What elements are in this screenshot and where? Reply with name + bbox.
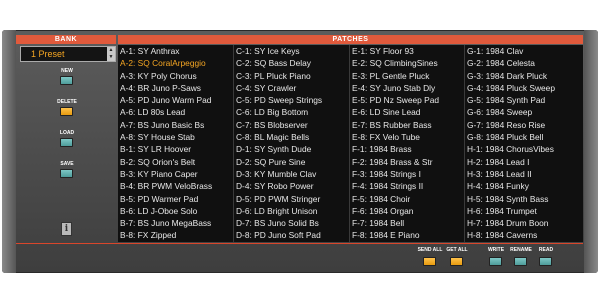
patch-item[interactable]: G-5: 1984 Synth Pad xyxy=(465,94,583,106)
read-button[interactable] xyxy=(539,257,552,266)
get-all-button-label: GET ALL xyxy=(446,247,468,253)
patch-item[interactable]: D-3: KY Mumble Clav xyxy=(234,168,348,180)
patch-item[interactable]: E-5: PD Nz Sweep Pad xyxy=(350,94,464,106)
patch-item[interactable]: C-6: LD Big Bottom xyxy=(234,106,348,118)
patch-item[interactable]: F-4: 1984 Strings II xyxy=(350,180,464,192)
patch-item[interactable]: E-6: LD Sine Lead xyxy=(350,106,464,118)
patch-item[interactable]: G-8: 1984 Pluck Bell xyxy=(465,131,583,143)
patch-item[interactable]: E-1: SY Floor 93 xyxy=(350,45,464,57)
patch-item[interactable]: C-1: SY Ice Keys xyxy=(234,45,348,57)
patch-column-e-f: E-1: SY Floor 93 E-2: SQ ClimbingSines E-3… xyxy=(350,45,464,242)
patch-item[interactable]: C-5: PD Sweep Strings xyxy=(234,94,348,106)
patch-item[interactable]: H-3: 1984 Lead II xyxy=(465,168,583,180)
patch-column-a-b: A-1: SY Anthrax A-2: SQ CoralArpeggio A-3:… xyxy=(118,45,232,242)
save-button-label: SAVE xyxy=(60,161,74,167)
patch-item[interactable]: E-4: SY Juno Stab Dly xyxy=(350,82,464,94)
patch-item[interactable]: F-7: 1984 Bell xyxy=(350,217,464,229)
patch-item[interactable]: H-6: 1984 Trumpet xyxy=(465,205,583,217)
patch-item[interactable]: B-2: SQ Orion's Belt xyxy=(118,156,232,168)
patch-item[interactable]: G-6: 1984 Sweep xyxy=(465,106,583,118)
patch-item[interactable]: H-8: 1984 Caverns xyxy=(465,229,583,241)
patch-item[interactable]: C-8: BL Magic Bells xyxy=(234,131,348,143)
patch-item[interactable]: A-1: SY Anthrax xyxy=(118,45,232,57)
patch-item[interactable]: A-3: KY Poly Chorus xyxy=(118,70,232,82)
patch-item[interactable]: H-5: 1984 Synth Bass xyxy=(465,193,583,205)
get-all-button[interactable] xyxy=(450,257,463,266)
patch-item[interactable]: F-5: 1984 Choir xyxy=(350,193,464,205)
patches-header: PATCHES xyxy=(118,35,583,44)
patch-item[interactable]: H-2: 1984 Lead I xyxy=(465,156,583,168)
right-side-rail xyxy=(584,30,598,273)
patch-item[interactable]: A-7: BS Juno Basic Bs xyxy=(118,119,232,131)
patch-item[interactable]: B-3: KY Piano Caper xyxy=(118,168,232,180)
load-button-label: LOAD xyxy=(59,130,75,136)
patch-item[interactable]: B-5: PD Warmer Pad xyxy=(118,193,232,205)
patch-item[interactable]: D-1: SY Synth Dude xyxy=(234,143,348,155)
patch-item[interactable]: A-2: SQ CoralArpeggio xyxy=(118,57,232,69)
patch-item[interactable]: C-2: SQ Bass Delay xyxy=(234,57,348,69)
bank-header: BANK xyxy=(16,35,116,44)
patch-item[interactable]: A-4: BR Juno P-Saws xyxy=(118,82,232,94)
patch-item[interactable]: C-4: SY Crawler xyxy=(234,82,348,94)
patch-item[interactable]: B-7: BS Juno MegaBass xyxy=(118,217,232,229)
patch-item[interactable]: B-1: SY LR Hoover xyxy=(118,143,232,155)
patch-item[interactable]: F-3: 1984 Strings I xyxy=(350,168,464,180)
patch-item[interactable]: D-2: SQ Pure Sine xyxy=(234,156,348,168)
patch-item[interactable]: F-1: 1984 Brass xyxy=(350,143,464,155)
patch-item[interactable]: A-6: LD 80s Lead xyxy=(118,106,232,118)
patch-column-g-h: G-1: 1984 Clav G-2: 1984 Celesta G-3: 1984… xyxy=(465,45,583,242)
patch-item[interactable]: G-4: 1984 Pluck Sweep xyxy=(465,82,583,94)
patch-item[interactable]: H-1: 1984 ChorusVibes xyxy=(465,143,583,155)
patch-grid: A-1: SY Anthrax A-2: SQ CoralArpeggio A-3:… xyxy=(118,45,583,242)
patch-item[interactable]: D-8: PD Juno Soft Pad xyxy=(234,229,348,241)
patch-item[interactable]: F-2: 1984 Brass & Str xyxy=(350,156,464,168)
patch-item[interactable]: B-8: FX Zipped xyxy=(118,229,232,241)
patch-item[interactable]: G-1: 1984 Clav xyxy=(465,45,583,57)
write-button[interactable] xyxy=(489,257,502,266)
read-button-label: READ xyxy=(538,247,554,253)
send-all-button[interactable] xyxy=(423,257,436,266)
patch-item[interactable]: D-5: PD PWM Stringer xyxy=(234,193,348,205)
patch-item[interactable]: C-3: PL Pluck Piano xyxy=(234,70,348,82)
load-button[interactable] xyxy=(60,138,73,147)
bank-select[interactable]: 1 Preset ▲ ▼ xyxy=(20,46,116,62)
left-side-rail xyxy=(2,30,16,273)
new-button[interactable] xyxy=(60,76,73,85)
patch-item[interactable]: B-4: BR PWM VeloBrass xyxy=(118,180,232,192)
delete-button-label: DELETE xyxy=(57,99,77,105)
bank-select-value: 1 Preset xyxy=(31,49,65,59)
patch-item[interactable]: F-6: 1984 Organ xyxy=(350,205,464,217)
patch-column-c-d: C-1: SY Ice Keys C-2: SQ Bass Delay C-3: P… xyxy=(234,45,348,242)
delete-button[interactable] xyxy=(60,107,73,116)
patch-item[interactable]: C-7: BS Blobserver xyxy=(234,119,348,131)
patch-item[interactable]: F-8: 1984 E Piano xyxy=(350,229,464,241)
rename-button[interactable] xyxy=(514,257,527,266)
juno-librarian-window: BANK PATCHES 1 Preset ▲ ▼ NEW DELETE LOAD… xyxy=(0,0,600,300)
patch-item[interactable]: A-8: SY House Stab xyxy=(118,131,232,143)
new-button-label: NEW xyxy=(61,68,73,74)
patch-item[interactable]: A-5: PD Juno Warm Pad xyxy=(118,94,232,106)
patch-item[interactable]: G-3: 1984 Dark Pluck xyxy=(465,70,583,82)
patch-item[interactable]: D-7: BS Juno Solid Bs xyxy=(234,217,348,229)
patch-item[interactable]: E-7: BS Rubber Bass xyxy=(350,119,464,131)
patch-item[interactable]: D-6: LD Bright Unison xyxy=(234,205,348,217)
patch-item[interactable]: G-2: 1984 Celesta xyxy=(465,57,583,69)
patch-item[interactable]: B-6: LD J-Oboe Solo xyxy=(118,205,232,217)
patch-item[interactable]: D-4: SY Robo Power xyxy=(234,180,348,192)
patch-item[interactable]: E-3: PL Gentle Pluck xyxy=(350,70,464,82)
save-button[interactable] xyxy=(60,169,73,178)
divider-line xyxy=(16,243,583,244)
stepper-arrows-icon[interactable]: ▲ ▼ xyxy=(107,47,115,61)
patch-item[interactable]: E-2: SQ ClimbingSines xyxy=(350,57,464,69)
info-icon[interactable]: i xyxy=(61,222,72,236)
patch-item[interactable]: H-7: 1984 Drum Boon xyxy=(465,217,583,229)
patch-item[interactable]: H-4: 1984 Funky xyxy=(465,180,583,192)
patch-item[interactable]: G-7: 1984 Reso Rise xyxy=(465,119,583,131)
patch-item[interactable]: E-8: FX Velo Tube xyxy=(350,131,464,143)
